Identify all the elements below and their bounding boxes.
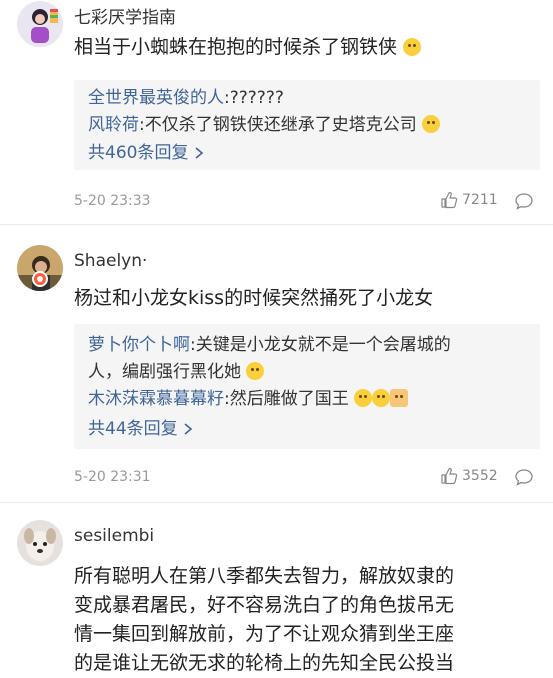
more-replies-label: 共460条回复 (88, 143, 189, 163)
clap-emoji-icon (390, 389, 409, 407)
thumbs-up-icon (441, 192, 458, 209)
reply-box[interactable]: 萝卜你个卜啊:关键是小龙女就不是一个会屠城的 人，编剧强行黑化她 木沐莯霖慕暮幕… (74, 324, 540, 449)
verified-badge-icon (32, 271, 48, 287)
comment-text: 所有聪明人在第八季都失去智力，解放奴隶的 变成暴君屠民，好不容易洗白了的角色拔吊… (74, 562, 544, 678)
like-count: 7211 (462, 192, 498, 208)
comment-text-line: 相当于小蜘蛛在抱抱的时候杀了钢铁侠 (74, 36, 398, 58)
laugh-emoji-icon (422, 115, 441, 133)
more-replies-link[interactable]: 共460条回复 (88, 140, 204, 166)
comment-text-line: 情一集回到解放前，为了不让观众猜到坐王座 (74, 623, 455, 645)
thumbs-up-icon (441, 468, 458, 485)
comment-text-line: 的是谁让无欲无求的轮椅上的先知全民公投当 (74, 652, 455, 674)
comment-timestamp: 5-20 23:31 (74, 469, 151, 485)
speech-bubble-icon[interactable] (515, 468, 533, 486)
avatar-image (17, 520, 63, 566)
reply-author[interactable]: 全世界最英俊的人 (88, 88, 224, 108)
comment-text-line: 杨过和小龙女kiss的时候突然捅死了小龙女 (74, 287, 434, 309)
avatar[interactable] (17, 520, 63, 566)
reply-item[interactable]: 全世界最英俊的人:?????? (88, 85, 284, 111)
divider (0, 224, 553, 225)
comment-text-line: 所有聪明人在第八季都失去智力，解放奴隶的 (74, 565, 455, 587)
reply-item[interactable]: 木沐莯霖慕暮幕籽:然后雕做了国王 (88, 386, 409, 412)
smile-emoji-icon (403, 38, 422, 56)
username[interactable]: sesilembi (74, 526, 154, 546)
comment-text-line: 变成暴君屠民，好不容易洗白了的角色拔吊无 (74, 594, 455, 616)
chevron-right-icon (184, 423, 193, 435)
reply-text: :关键是小龙女就不是一个会屠城的 (190, 335, 451, 355)
reply-text: :?????? (224, 88, 284, 108)
username[interactable]: Shaelyn· (74, 251, 147, 271)
chevron-right-icon (195, 147, 204, 159)
grin-emoji-icon (354, 389, 373, 407)
like-count: 3552 (462, 468, 498, 484)
reply-box[interactable]: 全世界最英俊的人:?????? 风聆荷:不仅杀了钢铁侠还继承了史塔克公司 共46… (74, 80, 540, 170)
comment-timestamp: 5-20 23:33 (74, 193, 151, 209)
avatar[interactable] (17, 1, 63, 47)
reply-author[interactable]: 木沐莯霖慕暮幕籽 (88, 389, 224, 409)
more-replies-link[interactable]: 共44条回复 (88, 416, 193, 442)
like-button[interactable]: 3552 (440, 467, 498, 485)
reply-author[interactable]: 风聆荷 (88, 115, 139, 135)
reply-text: :不仅杀了钢铁侠还继承了史塔克公司 (139, 115, 417, 135)
grin-emoji-icon (372, 389, 391, 407)
sweat-emoji-icon (246, 362, 265, 380)
more-replies-label: 共44条回复 (88, 419, 178, 439)
speech-bubble-icon[interactable] (515, 192, 533, 210)
reply-item[interactable]: 萝卜你个卜啊:关键是小龙女就不是一个会屠城的 (88, 332, 451, 358)
reply-text: :然后雕做了国王 (224, 389, 349, 409)
comment-text: 杨过和小龙女kiss的时候突然捅死了小龙女 (74, 284, 544, 313)
comment-text: 相当于小蜘蛛在抱抱的时候杀了钢铁侠 (74, 33, 544, 62)
reply-item[interactable]: 风聆荷:不仅杀了钢铁侠还继承了史塔克公司 (88, 112, 441, 138)
like-button[interactable]: 7211 (440, 191, 498, 209)
reply-text: 人，编剧强行黑化她 (88, 362, 241, 382)
avatar-image (17, 1, 63, 47)
reply-item-continuation: 人，编剧强行黑化她 (88, 359, 265, 385)
divider (0, 502, 553, 503)
reply-author[interactable]: 萝卜你个卜啊 (88, 335, 190, 355)
username[interactable]: 七彩厌学指南 (74, 3, 176, 28)
